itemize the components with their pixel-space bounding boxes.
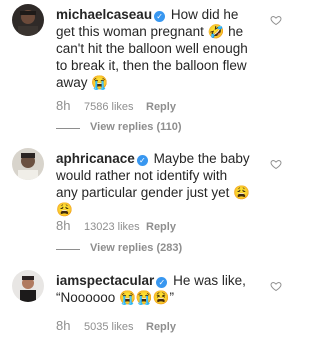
heart-outline-icon[interactable] — [270, 280, 282, 292]
verified-badge-icon: ✓ — [154, 11, 166, 22]
comment-likes[interactable]: 5035 likes — [84, 321, 146, 333]
avatar[interactable] — [12, 4, 44, 36]
avatar[interactable] — [12, 148, 44, 180]
view-replies-button[interactable]: View replies (110) — [90, 121, 182, 133]
heart-outline-icon[interactable] — [270, 14, 282, 26]
replies-divider — [56, 128, 80, 129]
comment-meta: 8h 5035 likes Reply — [56, 318, 176, 333]
comment-time: 8h — [56, 98, 71, 113]
comment-body: michaelcaseau ✓ How did he get this woman… — [56, 6, 252, 91]
comment-meta: 8h 13023 likes Reply — [56, 218, 176, 233]
reply-button[interactable]: Reply — [146, 321, 176, 333]
reply-button[interactable]: Reply — [146, 101, 176, 113]
comment-meta: 8h 7586 likes Reply — [56, 98, 176, 113]
replies-divider — [56, 249, 80, 250]
comment-body: aphricanace ✓ Maybe the baby would rather… — [56, 150, 252, 218]
comment-time: 8h — [56, 318, 71, 333]
avatar[interactable] — [12, 270, 44, 302]
verified-badge-icon: ✓ — [136, 155, 148, 166]
view-replies-button[interactable]: View replies (283) — [90, 242, 182, 254]
comment-username[interactable]: aphricanace — [56, 151, 135, 166]
comment-username[interactable]: michaelcaseau — [56, 7, 152, 22]
heart-outline-icon[interactable] — [270, 158, 282, 170]
reply-button[interactable]: Reply — [146, 221, 176, 233]
comment-likes[interactable]: 13023 likes — [84, 221, 146, 233]
comment-likes[interactable]: 7586 likes — [84, 101, 146, 113]
comment-username[interactable]: iamspectacular — [56, 273, 154, 288]
comment-time: 8h — [56, 218, 71, 233]
comment-body: iamspectacular ✓ He was like, “Noooooo 😭😭… — [56, 272, 252, 306]
verified-badge-icon: ✓ — [156, 277, 168, 288]
